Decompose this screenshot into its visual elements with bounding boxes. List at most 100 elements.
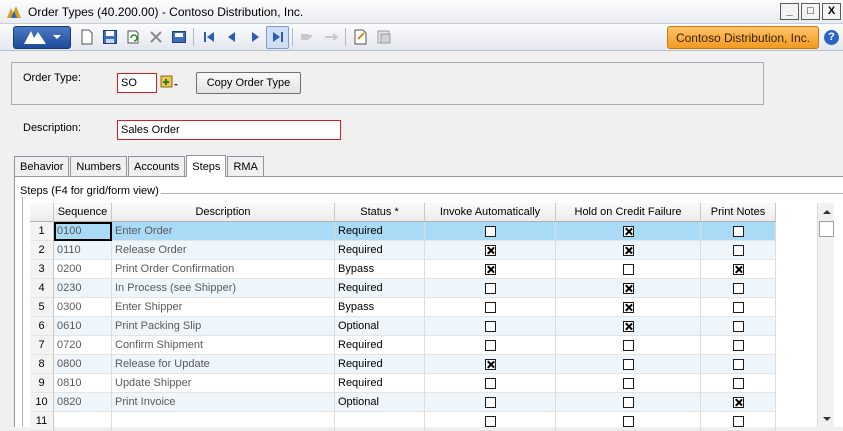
hold-on-credit-failure-checkbox[interactable] [622, 320, 634, 332]
print-notes-checkbox[interactable] [732, 301, 744, 313]
scroll-thumb[interactable] [819, 221, 834, 237]
print-notes-checkbox[interactable] [732, 282, 744, 294]
invoke-automatically-checkbox[interactable] [484, 339, 496, 351]
description-field[interactable]: Sales Order [117, 120, 341, 140]
hold-on-credit-failure-checkbox[interactable] [622, 225, 634, 237]
hold-on-credit-failure-checkbox[interactable] [622, 244, 634, 256]
table-row[interactable]: 3 0200 Print Order Confirmation Bypass [30, 260, 776, 279]
invoke-automatically-checkbox[interactable] [484, 377, 496, 389]
company-badge[interactable]: Contoso Distribution, Inc. [666, 26, 819, 49]
hold-on-credit-failure-checkbox[interactable] [622, 377, 634, 389]
print-notes-checkbox[interactable] [732, 358, 744, 370]
hold-on-credit-failure-checkbox[interactable] [622, 301, 634, 313]
sequence-cell[interactable]: 0200 [54, 260, 112, 279]
copy-icon[interactable] [296, 26, 319, 49]
invoke-automatically-checkbox[interactable] [484, 415, 496, 427]
sequence-cell[interactable]: 0800 [54, 355, 112, 374]
table-row[interactable]: 1 0100 Enter Order Required [30, 222, 776, 241]
sequence-cell[interactable]: 0610 [54, 317, 112, 336]
tab-accounts[interactable]: Accounts [128, 156, 186, 176]
description-cell[interactable]: Enter Shipper [112, 298, 335, 317]
table-row[interactable]: 6 0610 Print Packing Slip Optional [30, 317, 776, 336]
invoke-automatically-checkbox[interactable] [484, 358, 496, 370]
save-icon[interactable] [98, 26, 121, 49]
description-cell[interactable]: Print Invoice [112, 393, 335, 412]
hold-on-credit-failure-checkbox[interactable] [622, 339, 634, 351]
sequence-cell[interactable]: 0110 [54, 241, 112, 260]
paste-icon[interactable] [319, 26, 342, 49]
description-cell[interactable]: Update Shipper [112, 374, 335, 393]
table-row[interactable]: 9 0810 Update Shipper Required [30, 374, 776, 393]
sequence-cell[interactable]: 0230 [54, 279, 112, 298]
print-notes-header[interactable]: Print Notes [701, 203, 776, 222]
table-row[interactable]: 8 0800 Release for Update Required [30, 355, 776, 374]
note-icon[interactable] [349, 26, 372, 49]
delete-icon[interactable] [144, 26, 167, 49]
help-icon[interactable]: ? [824, 30, 839, 45]
invoke-automatically-checkbox[interactable] [484, 282, 496, 294]
previous-record-icon[interactable] [220, 26, 243, 49]
lookup-icon[interactable] [160, 72, 180, 92]
tab-steps[interactable]: Steps [186, 155, 227, 177]
print-notes-checkbox[interactable] [732, 225, 744, 237]
first-record-icon[interactable] [197, 26, 220, 49]
description-cell[interactable] [112, 412, 335, 431]
status-cell[interactable]: Optional [335, 317, 425, 336]
attachment-icon[interactable] [372, 26, 395, 49]
table-row[interactable]: 5 0300 Enter Shipper Bypass [30, 298, 776, 317]
description-cell[interactable]: Release for Update [112, 355, 335, 374]
maximize-button[interactable]: □ [801, 3, 820, 20]
sequence-cell[interactable]: 0300 [54, 298, 112, 317]
description-cell[interactable]: Print Packing Slip [112, 317, 335, 336]
tab-rma[interactable]: RMA [227, 156, 264, 176]
status-cell[interactable]: Required [335, 241, 425, 260]
description-header[interactable]: Description [112, 203, 335, 222]
tab-numbers[interactable]: Numbers [70, 156, 128, 176]
copy-order-type-button[interactable]: Copy Order Type [196, 72, 301, 94]
dynamics-menu-button[interactable] [13, 25, 71, 49]
table-row[interactable]: 7 0720 Confirm Shipment Required [30, 336, 776, 355]
print-notes-checkbox[interactable] [732, 377, 744, 389]
description-cell[interactable]: In Process (see Shipper) [112, 279, 335, 298]
sequence-header[interactable]: Sequence [54, 203, 112, 222]
table-row[interactable]: 2 0110 Release Order Required [30, 241, 776, 260]
table-row[interactable]: 10 0820 Print Invoice Optional [30, 393, 776, 412]
description-cell[interactable]: Confirm Shipment [112, 336, 335, 355]
sequence-cell[interactable]: 0810 [54, 374, 112, 393]
print-notes-checkbox[interactable] [732, 415, 744, 427]
status-cell[interactable]: Optional [335, 393, 425, 412]
sequence-cell[interactable]: 0720 [54, 336, 112, 355]
hold-on-credit-failure-checkbox[interactable] [622, 396, 634, 408]
order-type-field[interactable]: SO [117, 73, 157, 93]
invoke-automatically-checkbox[interactable] [484, 301, 496, 313]
print-notes-checkbox[interactable] [732, 263, 744, 275]
hold-on-credit-failure-header[interactable]: Hold on Credit Failure [556, 203, 701, 222]
status-cell[interactable]: Required [335, 374, 425, 393]
table-row[interactable]: 4 0230 In Process (see Shipper) Required [30, 279, 776, 298]
print-notes-checkbox[interactable] [732, 244, 744, 256]
hold-on-credit-failure-checkbox[interactable] [622, 358, 634, 370]
next-record-icon[interactable] [243, 26, 266, 49]
scroll-up-button[interactable] [818, 203, 835, 220]
last-record-icon[interactable] [266, 25, 289, 49]
status-cell[interactable] [335, 412, 425, 431]
description-cell[interactable]: Release Order [112, 241, 335, 260]
sequence-cell[interactable]: 0100 [54, 222, 112, 241]
hold-on-credit-failure-checkbox[interactable] [622, 282, 634, 294]
description-cell[interactable]: Enter Order [112, 222, 335, 241]
invoke-automatically-checkbox[interactable] [484, 263, 496, 275]
new-icon[interactable] [75, 26, 98, 49]
status-header[interactable]: Status * [335, 203, 425, 222]
hold-on-credit-failure-checkbox[interactable] [622, 263, 634, 275]
status-cell[interactable]: Required [335, 355, 425, 374]
tab-behavior[interactable]: Behavior [14, 156, 70, 176]
print-notes-checkbox[interactable] [732, 396, 744, 408]
scroll-down-button[interactable] [818, 410, 835, 427]
vertical-scrollbar[interactable] [817, 203, 834, 427]
status-cell[interactable]: Required [335, 222, 425, 241]
invoke-automatically-checkbox[interactable] [484, 225, 496, 237]
hold-on-credit-failure-checkbox[interactable] [622, 415, 634, 427]
sequence-cell[interactable]: 0820 [54, 393, 112, 412]
status-cell[interactable]: Bypass [335, 260, 425, 279]
minimize-button[interactable]: _ [780, 3, 799, 20]
